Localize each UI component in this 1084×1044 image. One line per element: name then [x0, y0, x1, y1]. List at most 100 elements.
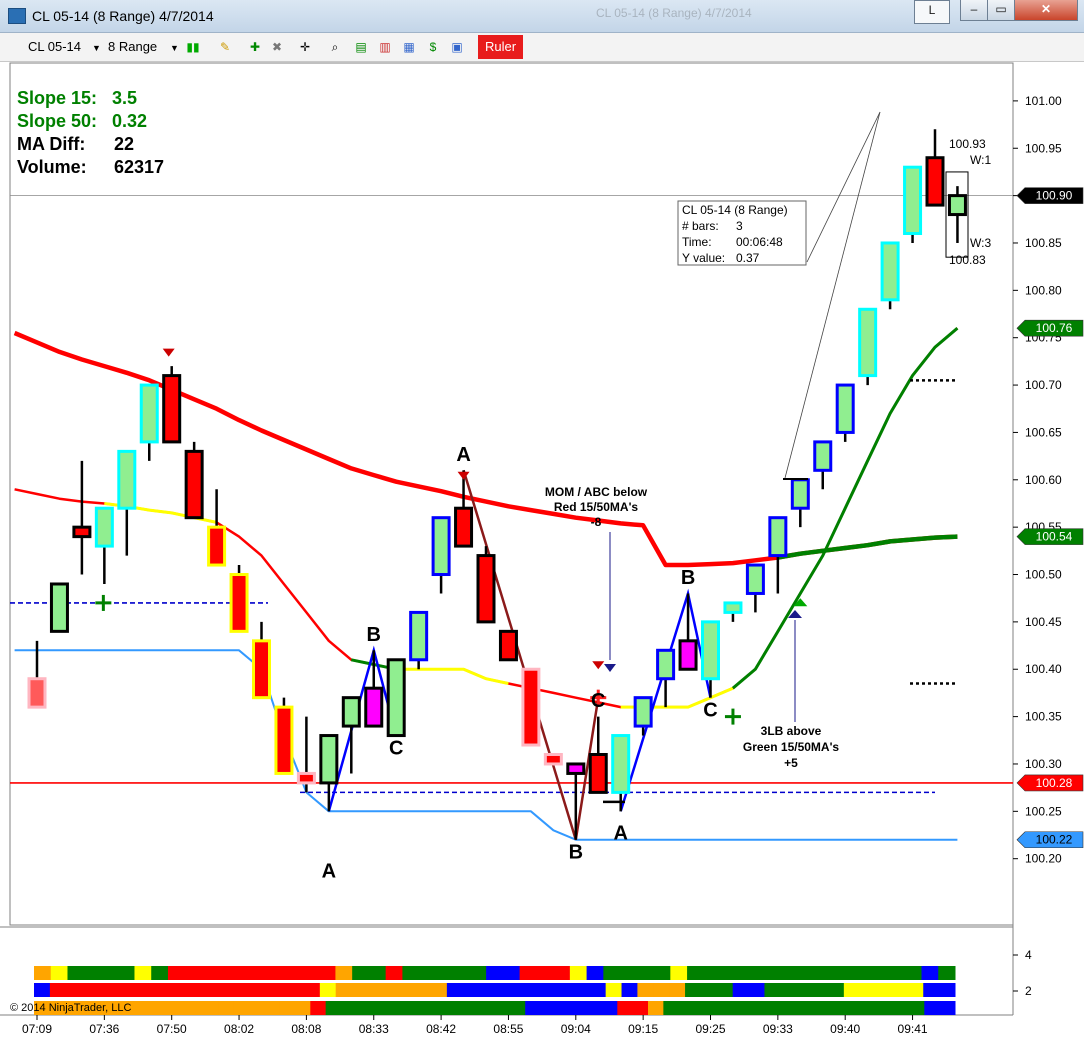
signal-strip-cell	[620, 966, 638, 980]
signal-strip-cell	[387, 1001, 403, 1015]
signal-strip-cell	[218, 966, 236, 980]
ruler-line	[806, 111, 881, 263]
slope50-value: 0.32	[112, 111, 148, 131]
signal-strip-cell	[737, 966, 755, 980]
candle-body	[701, 620, 720, 681]
lower-y-tick-label: 2	[1025, 984, 1032, 998]
signal-strip-cell	[402, 966, 420, 980]
signal-strip-cell	[891, 983, 908, 997]
signal-strip-cell	[67, 966, 85, 980]
short-signal-arrow-icon	[592, 661, 605, 670]
signal-strip-cell	[878, 1001, 895, 1015]
candle-body	[184, 449, 204, 520]
ruler-line	[784, 111, 881, 479]
signal-strip-cell	[854, 966, 872, 980]
signal-strip-cell	[415, 983, 432, 997]
signal-strip-cell	[272, 983, 289, 997]
signal-strip-cell	[134, 966, 152, 980]
candle-body	[858, 307, 878, 378]
mom-annotation-line: MOM / ABC below	[545, 485, 648, 499]
abc-label: A	[613, 823, 627, 845]
signal-strip-cell	[938, 966, 956, 980]
signal-strip-cell	[301, 966, 320, 980]
volume-stat: Volume: 62317	[17, 157, 164, 178]
signal-strip-cell	[862, 1001, 879, 1015]
abc-label: C	[703, 700, 717, 722]
y-tick-label: 100.95	[1025, 141, 1062, 155]
candle-body	[566, 762, 586, 775]
candle-body	[274, 705, 294, 775]
signal-strip-cell	[218, 1001, 235, 1015]
candle-body	[588, 752, 608, 794]
signal-strip-cell	[268, 966, 286, 980]
candle-body	[611, 734, 631, 794]
signal-strip-cell	[433, 1001, 449, 1015]
y-tick-label: 100.25	[1025, 804, 1062, 818]
signal-strip-cell	[632, 1001, 649, 1015]
signal-strip-cell	[871, 966, 889, 980]
signal-strip-cell	[832, 1001, 849, 1015]
signal-strip-cell	[50, 966, 68, 980]
abc-label: B	[569, 842, 583, 864]
signal-strip-cell	[732, 983, 750, 997]
signal-strip-cell	[319, 983, 337, 997]
candle-body	[947, 194, 967, 217]
signal-strip-cell	[34, 966, 52, 980]
signal-strip-cell	[540, 1001, 557, 1015]
signal-strip-cell	[494, 983, 511, 997]
x-tick-label: 09:40	[830, 1022, 860, 1036]
signal-strip-cell	[192, 983, 210, 997]
candle-body	[768, 516, 788, 558]
signal-strip-cell	[248, 1001, 265, 1015]
signal-strip-cell	[419, 966, 437, 980]
signal-strip-cell	[904, 966, 923, 980]
abc-label: C	[591, 690, 605, 712]
candle-body	[94, 506, 114, 548]
signal-strip-cell	[875, 983, 892, 997]
candle-body	[454, 506, 474, 548]
signal-strip-cell	[816, 1001, 833, 1015]
signal-strip-cell	[486, 966, 504, 980]
candle-body	[139, 383, 159, 444]
signal-strip-cell	[923, 983, 940, 997]
x-tick-label: 07:50	[157, 1022, 187, 1036]
x-tick-label: 08:55	[493, 1022, 523, 1036]
signal-strip-cell	[478, 983, 495, 997]
signal-strip-cell	[187, 1001, 204, 1015]
signal-strip-cell	[285, 966, 303, 980]
y-tick-label: 100.70	[1025, 378, 1062, 392]
signal-strip-cell	[251, 966, 269, 980]
candle-body	[409, 610, 429, 662]
candle-body	[72, 525, 92, 539]
x-tick-label: 08:33	[359, 1022, 389, 1036]
signal-strip-cell	[356, 1001, 373, 1015]
signal-strip-cell	[694, 1001, 710, 1015]
slope15-label: Slope 15:	[17, 88, 98, 108]
y-tick-label: 100.60	[1025, 473, 1062, 487]
short-entry-arrow-icon	[162, 348, 175, 357]
signal-strip-cell	[172, 1001, 188, 1015]
signal-strip-cell	[519, 966, 537, 980]
signal-strip-cell	[367, 983, 384, 997]
price-tag-label: 100.22	[1036, 833, 1073, 847]
annotation-arrow-icon	[604, 664, 616, 672]
signal-strip-cell	[786, 1001, 802, 1015]
candle-body	[633, 696, 653, 728]
tooltip-bars-value: 3	[736, 219, 743, 233]
volume-label: Volume:	[17, 157, 87, 177]
signal-strip-cell	[859, 983, 877, 997]
signal-strip-cell	[446, 983, 464, 997]
signal-strip-cell	[924, 1001, 941, 1015]
signal-strip-cell	[151, 966, 169, 980]
short-entry-arrow-icon	[457, 471, 470, 480]
volume-value: 62317	[114, 157, 165, 177]
signal-strip-cell	[184, 966, 202, 980]
y-tick-label: 101.00	[1025, 94, 1062, 108]
price-tag-label: 100.90	[1036, 189, 1073, 203]
candle-body	[341, 696, 361, 728]
candle-body	[431, 516, 451, 577]
ma50-green-segment	[777, 534, 958, 560]
slope15-value: 3.5	[112, 88, 138, 108]
signal-strip-cell	[939, 983, 956, 997]
x-tick-label: 09:15	[628, 1022, 658, 1036]
